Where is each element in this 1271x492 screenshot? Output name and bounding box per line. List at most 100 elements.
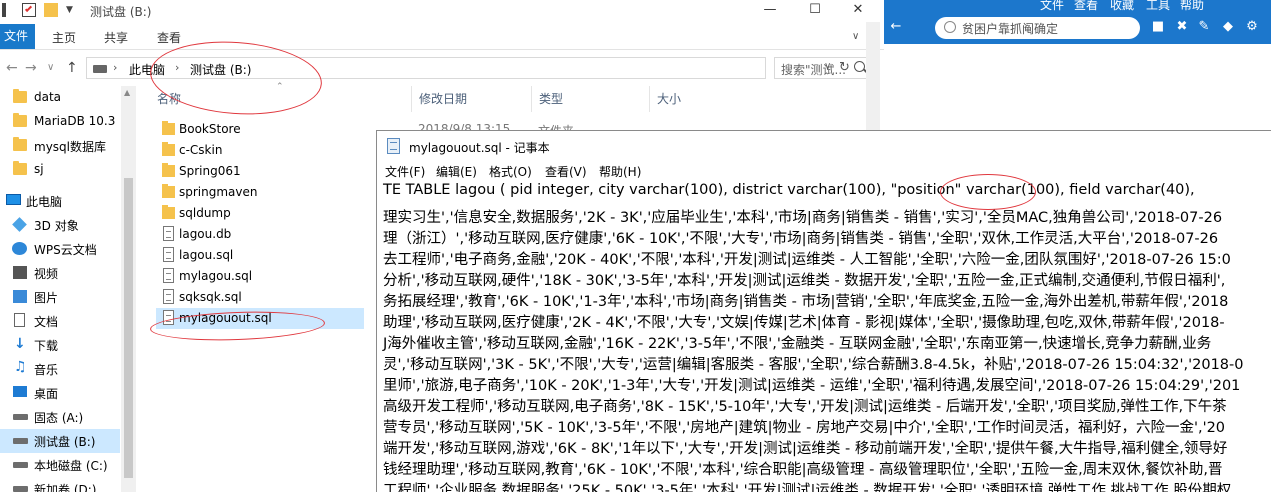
menu-edit[interactable]: 编辑(E) (436, 163, 477, 180)
nav-item-mariadb[interactable]: MariaDB 10.3 (0, 110, 120, 134)
folder-icon (162, 142, 175, 156)
nav-item-videos[interactable]: 视频 (0, 261, 120, 285)
tab-file[interactable]: 文件 (0, 24, 35, 49)
notepad-icon (387, 138, 400, 154)
search-placeholder: 搜索"测试... (781, 63, 846, 77)
bg-folder-icon[interactable]: ■ (1150, 19, 1166, 35)
notepad-window: mylagouout.sql - 记事本 文件(F) 编辑(E) 格式(O) 查… (376, 130, 1271, 492)
folder-icon (13, 113, 27, 127)
file-row-mylagou-sql[interactable]: mylagou.sql (156, 266, 364, 287)
file-row-lagou-db[interactable]: lagou.db (156, 224, 364, 245)
breadcrumb-separator-icon[interactable]: › (175, 61, 179, 74)
nav-item-label: 3D 对象 (34, 219, 79, 233)
nav-item-pictures[interactable]: 图片 (0, 285, 120, 309)
notepad-text-area[interactable]: TE TABLE lagou ( pid integer, city varch… (377, 181, 1271, 492)
scroll-up-arrow-icon[interactable]: ▲ (124, 88, 130, 97)
breadcrumb-separator-icon[interactable]: › (113, 61, 117, 74)
up-arrow-icon[interactable]: ↑ (66, 60, 78, 76)
file-row-sqldump[interactable]: sqldump (156, 203, 364, 224)
nav-item-downloads[interactable]: ↓ 下载 (0, 333, 120, 357)
bg-menu-file[interactable]: 文件 (1040, 0, 1064, 13)
file-name: BookStore (179, 122, 241, 136)
nav-item-label: mysql数据库 (34, 140, 106, 154)
file-icon (163, 226, 174, 241)
nav-item-mysql[interactable]: mysql数据库 (0, 134, 120, 158)
menu-help[interactable]: 帮助(H) (599, 163, 641, 180)
bg-key-icon[interactable]: ◆ (1220, 19, 1236, 35)
address-row: ← → ∨ ↑ › 此电脑 › 测试盘 (B:) ∨ ↻ 搜索"测试... (0, 50, 884, 86)
file-icon (163, 247, 174, 262)
drive-icon (13, 438, 28, 444)
bg-tools-icon[interactable]: ✖ (1174, 19, 1190, 35)
notepad-menubar: 文件(F) 编辑(E) 格式(O) 查看(V) 帮助(H) (377, 161, 1271, 181)
file-row-mylagouout-sql[interactable]: mylagouout.sql (156, 308, 364, 329)
text-line: 灵','移动互联网','3K - 5K','不限','大专','运营|编辑|客服… (383, 357, 1244, 373)
search-input[interactable]: 搜索"测试... (774, 57, 870, 79)
drive-icon (13, 486, 28, 492)
file-name: mylagou.sql (179, 269, 253, 283)
background-app-body (884, 44, 1271, 130)
properties-icon[interactable] (22, 3, 36, 17)
bg-menu-help[interactable]: 帮助 (1180, 0, 1204, 13)
nav-item-label: 视频 (34, 267, 59, 281)
nav-item-sj[interactable]: sj (0, 158, 120, 182)
column-header-size[interactable]: 大小 (650, 86, 750, 112)
recent-locations-icon[interactable]: ∨ (47, 62, 54, 73)
collapse-ribbon-icon[interactable]: ∨ (852, 31, 866, 45)
tab-home[interactable]: 主页 (52, 29, 76, 46)
folder-icon (13, 137, 27, 151)
bg-gear-icon[interactable]: ⚙ (1244, 19, 1260, 35)
nav-item-wps-cloud[interactable]: WPS云文档 (0, 237, 120, 261)
nav-item-label: 测试盘 (B:) (34, 435, 96, 449)
text-line: 里师','旅游,电子商务','10K - 20K','1-3年','大专','开… (383, 378, 1241, 394)
breadcrumb-drive-b[interactable]: 测试盘 (B:) (190, 61, 251, 78)
nav-item-label: sj (34, 162, 44, 176)
text-line: 工程师','企业服务,数据服务','25K - 50K','3-5年','本科'… (383, 483, 1232, 492)
close-button[interactable]: ✕ (838, 0, 878, 22)
menu-file[interactable]: 文件(F) (385, 163, 425, 180)
tab-share[interactable]: 共享 (104, 29, 128, 46)
nav-item-drive-c[interactable]: 本地磁盘 (C:) (0, 453, 120, 477)
file-row-spring061[interactable]: Spring061 (156, 161, 364, 182)
nav-item-music[interactable]: ♫ 音乐 (0, 357, 120, 381)
maximize-button[interactable]: ☐ (795, 0, 835, 22)
nav-item-this-pc[interactable]: 此电脑 (0, 189, 120, 213)
text-line: 务拓展经理','教育','6K - 10K','1-3年','本科','市场|商… (383, 294, 1229, 310)
address-bar[interactable]: › 此电脑 › 测试盘 (B:) ∨ ↻ (86, 57, 850, 79)
nav-item-drive-d[interactable]: 新加卷 (D:) (0, 477, 120, 492)
nav-item-drive-a[interactable]: 固态 (A:) (0, 405, 120, 429)
bg-menu-tools[interactable]: 工具 (1146, 0, 1170, 13)
nav-scrollbar[interactable]: ▲ (121, 86, 136, 492)
bg-brush-icon[interactable]: ✎ (1196, 19, 1212, 35)
nav-item-desktop[interactable]: 桌面 (0, 381, 120, 405)
cloud-icon (12, 242, 27, 255)
file-row-lagou-sql[interactable]: lagou.sql (156, 245, 364, 266)
file-row-springmaven[interactable]: springmaven (156, 182, 364, 203)
column-header-type[interactable]: 类型 (532, 86, 650, 112)
tab-view[interactable]: 查看 (157, 29, 181, 46)
menu-view[interactable]: 查看(V) (545, 163, 587, 180)
column-header-date[interactable]: 修改日期 (412, 86, 532, 112)
nav-scrollbar-thumb[interactable] (124, 178, 133, 478)
nav-item-documents[interactable]: 文档 (0, 309, 120, 333)
new-folder-icon[interactable] (44, 3, 58, 17)
forward-arrow-icon[interactable]: → (25, 60, 37, 76)
file-icon (163, 268, 174, 283)
file-row-bookstore[interactable]: BookStore (156, 119, 364, 140)
bg-menu-favorites[interactable]: 收藏 (1110, 0, 1134, 13)
window-menu-icon[interactable] (2, 3, 6, 17)
bg-menu-view[interactable]: 查看 (1074, 0, 1098, 13)
nav-item-data[interactable]: data (0, 86, 120, 110)
menu-format[interactable]: 格式(O) (489, 163, 532, 180)
bg-back-arrow-icon[interactable]: ← (888, 19, 904, 35)
3d-objects-icon (12, 217, 27, 232)
customize-quick-access-icon[interactable]: ▼ (66, 3, 80, 17)
file-row-c-cskin[interactable]: c-Cskin (156, 140, 364, 161)
file-row-sqksqk-sql[interactable]: sqksqk.sql (156, 287, 364, 308)
back-arrow-icon[interactable]: ← (6, 60, 18, 76)
notepad-title: mylagouout.sql - 记事本 (409, 141, 550, 155)
breadcrumb-this-pc[interactable]: 此电脑 (129, 61, 165, 78)
nav-item-drive-b[interactable]: 测试盘 (B:) (0, 429, 120, 453)
minimize-button[interactable]: — (750, 0, 790, 22)
nav-item-3d-objects[interactable]: 3D 对象 (0, 213, 120, 237)
